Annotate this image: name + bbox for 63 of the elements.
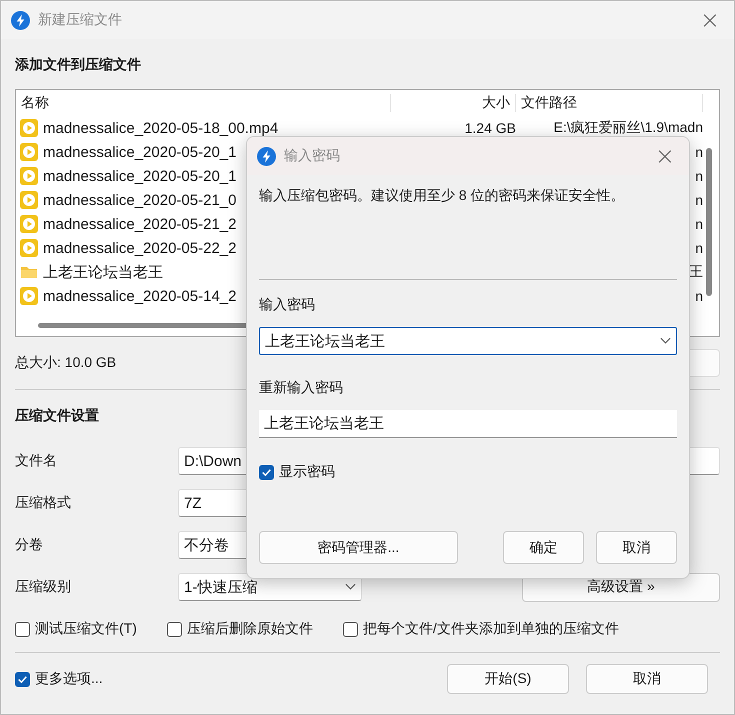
app-logo-icon (257, 146, 276, 166)
confirm-password-field[interactable]: 上老王论坛当老王 (259, 410, 677, 438)
window-title: 新建压缩文件 (38, 11, 122, 29)
file-name: madnessalice_2020-05-21_2 (43, 216, 236, 232)
field-label: 压缩级别 (15, 578, 72, 596)
checkbox-label: 测试压缩文件(T) (35, 620, 137, 638)
dialog-button[interactable]: 确定 (502, 531, 584, 564)
chevron-down-icon (660, 337, 671, 345)
video-file-icon (20, 215, 38, 233)
file-name: madnessalice_2020-05-18_00.mp4 (43, 120, 278, 136)
checkbox[interactable] (342, 622, 358, 636)
column-header[interactable]: 名称 (16, 94, 391, 112)
video-file-icon (20, 167, 38, 185)
total-size: 总大小: 10.0 GB (15, 354, 116, 372)
checkbox[interactable] (15, 672, 30, 686)
app-logo-icon (11, 10, 30, 30)
checkbox[interactable] (166, 622, 182, 636)
file-name: madnessalice_2020-05-14_2 (43, 288, 236, 304)
field-label: 重新输入密码 (259, 378, 343, 397)
video-file-icon (20, 239, 38, 257)
checkbox-label: 更多选项... (35, 670, 103, 688)
checkbox-label: 把每个文件/文件夹添加到单独的压缩文件 (362, 620, 619, 638)
file-size: 1.24 GB (464, 120, 516, 136)
description-text: 输入压缩包密码。建议使用至少 8 位的密码来保证安全性。 (259, 186, 626, 205)
password-manager-button[interactable]: 密码管理器... (259, 531, 458, 564)
checkbox[interactable] (259, 464, 274, 480)
file-path: n (695, 240, 703, 256)
vertical-scrollbar[interactable] (706, 148, 712, 296)
field-label: 输入密码 (259, 295, 315, 314)
file-name: madnessalice_2020-05-22_2 (43, 240, 236, 256)
file-name: madnessalice_2020-05-20_1 (43, 168, 236, 184)
dialog-button[interactable]: 取消 (586, 664, 708, 694)
field-label: 分卷 (15, 536, 44, 554)
file-name: 上老王论坛当老王 (43, 262, 163, 282)
file-path: n (695, 216, 703, 232)
file-path: n (695, 168, 703, 184)
checkbox[interactable] (15, 622, 30, 636)
file-path: n (695, 192, 703, 208)
section-heading: 添加文件到压缩文件 (15, 55, 141, 74)
chevron-down-icon (345, 583, 356, 591)
video-file-icon (20, 287, 38, 305)
file-path: n (695, 144, 703, 160)
dialog-title: 输入密码 (284, 147, 340, 165)
file-name: madnessalice_2020-05-21_0 (43, 192, 236, 208)
video-file-icon (20, 191, 38, 209)
checkbox-label: 压缩后删除原始文件 (186, 620, 313, 638)
file-path: n (695, 288, 703, 304)
password-field[interactable]: 上老王论坛当老王 (259, 327, 677, 355)
field-label: 压缩格式 (15, 494, 72, 512)
dialog-button[interactable]: 取消 (596, 531, 678, 564)
video-file-icon (20, 119, 38, 137)
checkbox-label: 显示密码 (279, 463, 335, 481)
column-header[interactable]: 文件路径 (516, 94, 703, 112)
column-header[interactable]: 大小 (391, 94, 516, 112)
close-button[interactable]: × (650, 144, 679, 168)
file-path: E:\疯狂爱丽丝\1.9\madn (554, 119, 703, 135)
file-name: madnessalice_2020-05-20_1 (43, 144, 236, 160)
section-heading: 压缩文件设置 (15, 406, 99, 425)
file-path: 王 (689, 263, 703, 279)
close-button[interactable]: × (696, 8, 724, 32)
field-label: 文件名 (15, 452, 58, 470)
video-file-icon (20, 143, 38, 161)
dialog-button[interactable]: 开始(S) (447, 664, 569, 694)
